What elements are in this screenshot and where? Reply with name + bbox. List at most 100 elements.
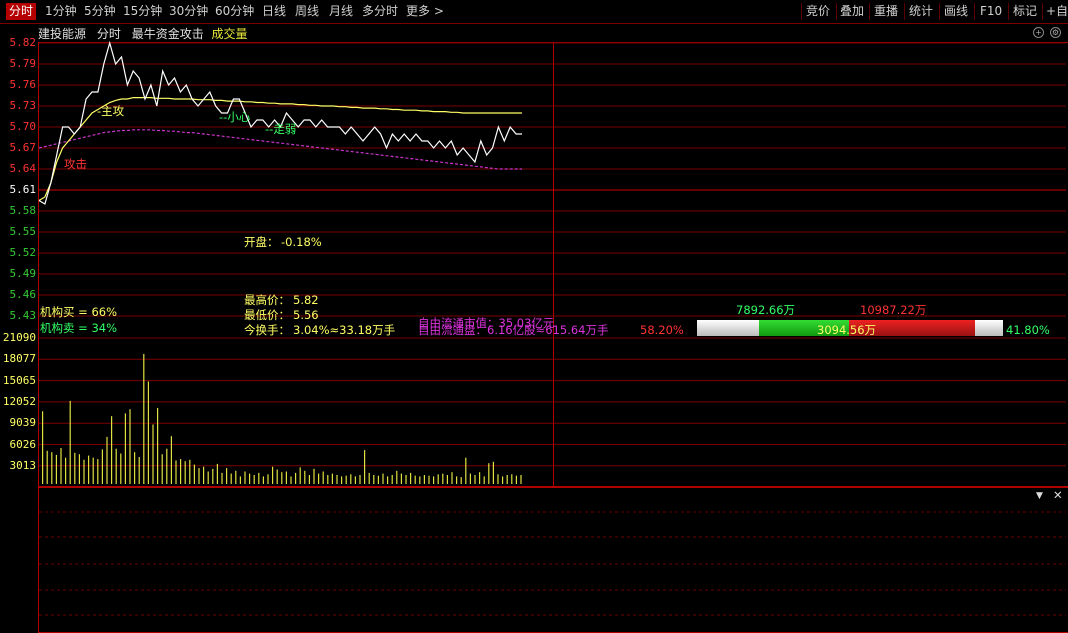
volume-bar [97, 459, 99, 484]
volume-bar [359, 475, 361, 484]
flow-left-percent: 58.20% [640, 323, 684, 337]
volume-bar [423, 475, 425, 484]
volume-bar [308, 475, 310, 484]
volume-bar [377, 475, 379, 484]
volume-bar [428, 475, 430, 484]
volume-bar [55, 454, 57, 484]
volume-bar [272, 466, 274, 484]
volume-bar [396, 470, 398, 484]
volume-bar [262, 476, 264, 484]
volume-bar [78, 454, 80, 484]
high-label: 最高价： [244, 293, 290, 307]
volume-bar [189, 459, 191, 484]
volume-bar [515, 475, 517, 484]
volume-bar [419, 476, 421, 484]
annotation-careful-label: 小心 [227, 110, 251, 124]
low-value: 5.56 [293, 308, 319, 322]
volume-bar [226, 468, 228, 484]
volume-bar [299, 467, 301, 484]
institution-buy: 机构买 = 66% [40, 305, 118, 319]
volume-bar [492, 461, 494, 484]
volume-bar [373, 475, 375, 484]
volume-bar [143, 353, 145, 484]
flow-buy-amount: 7892.66万 [736, 303, 796, 317]
volume-bar [410, 472, 412, 484]
volume-bar [276, 469, 278, 484]
volume-bar [83, 459, 85, 484]
volume-bar [387, 476, 389, 484]
volume-bar [212, 468, 214, 484]
volume-bar [469, 473, 471, 484]
volume-bar [134, 452, 136, 484]
volume-bar [479, 472, 481, 484]
volume-bar [350, 474, 352, 484]
annotation-main-attack-label: 主攻 [101, 104, 125, 118]
volume-bar [115, 448, 117, 484]
volume-bar [161, 454, 163, 484]
volume-bar [249, 473, 251, 484]
volume-bar [65, 457, 67, 484]
volume-bar [497, 474, 499, 484]
turnover-value: 3.04%≈33.18万手 [293, 323, 396, 337]
open-label: 开盘： [244, 235, 279, 249]
open-value: -0.18% [281, 235, 322, 249]
volume-bar [46, 450, 48, 484]
volume-bar [203, 466, 205, 484]
flow-right-percent: 41.80% [1006, 323, 1050, 337]
volume-bar [313, 468, 315, 484]
annotation-go-weak-label: 走弱 [273, 122, 297, 136]
annotation-careful: --小心 [219, 110, 251, 124]
volume-bar [433, 476, 435, 484]
volume-bar [400, 473, 402, 484]
close-icon[interactable]: ✕ [1053, 488, 1063, 502]
volume-bar [258, 472, 260, 484]
free-float-shares: 自由流通盘：6.16亿股≈615.64万手 [418, 323, 609, 337]
flow-bar-left-white [697, 320, 759, 336]
volume-bar [345, 475, 347, 484]
volume-bar [235, 470, 237, 484]
volume-bar [460, 477, 462, 484]
volume-bar [354, 476, 356, 484]
volume-bar [138, 457, 140, 484]
volume-bar [88, 455, 90, 484]
volume-bar [502, 476, 504, 484]
volume-bar [207, 471, 209, 484]
dropdown-icon[interactable]: ▼ [1036, 489, 1043, 503]
volume-bar [520, 475, 522, 484]
volume-bar [216, 463, 218, 484]
volume-bar [506, 475, 508, 484]
volume-bar [180, 459, 182, 484]
volume-bar [488, 463, 490, 484]
volume-bar [253, 475, 255, 484]
annotation-attack: 攻击 [64, 157, 87, 171]
annotation-go-weak: --走弱 [265, 122, 297, 136]
volume-bar [368, 472, 370, 484]
volume-bar [42, 411, 44, 484]
volume-bar [120, 453, 122, 484]
volume-bar [382, 473, 384, 484]
volume-bar [170, 436, 172, 484]
volume-bar [456, 476, 458, 484]
volume-bar [341, 476, 343, 484]
turnover-label: 今换手： [244, 323, 290, 337]
volume-bar [327, 475, 329, 484]
volume-bar [304, 470, 306, 484]
volume-bar [295, 472, 297, 484]
volume-bar [111, 416, 113, 484]
volume-bar [318, 473, 320, 484]
volume-bar [101, 449, 103, 484]
volume-bar [198, 468, 200, 484]
volume-bar [322, 471, 324, 484]
volume-bar [391, 475, 393, 484]
volume-bar [285, 471, 287, 484]
volume-bar [239, 476, 241, 484]
volume-bar [157, 407, 159, 484]
volume-bar [106, 436, 108, 484]
volume-bar [124, 413, 126, 484]
volume-bar [230, 473, 232, 484]
annotation-main-attack: -主攻 [97, 104, 125, 118]
volume-bar [465, 457, 467, 484]
low-label: 最低价： [244, 308, 290, 322]
institution-sell: 机构卖 = 34% [40, 321, 118, 335]
volume-bar [414, 475, 416, 484]
